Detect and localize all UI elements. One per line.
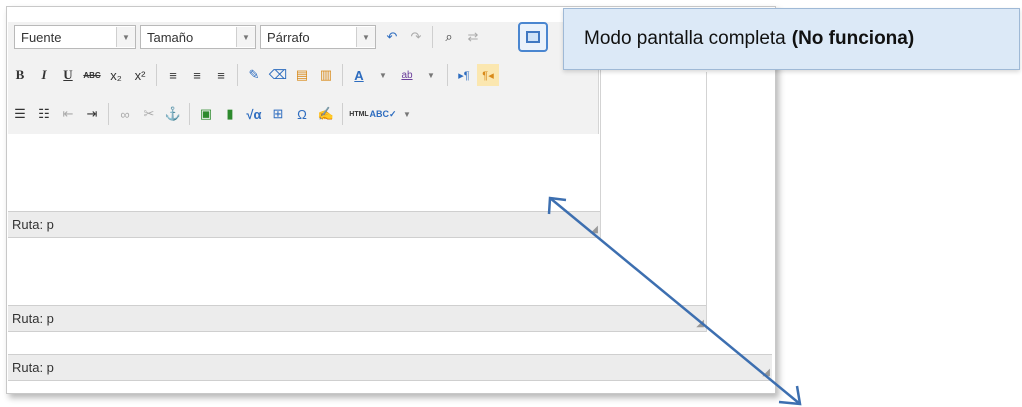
resize-double-arrow [547,196,802,406]
arrow-line [549,197,801,405]
